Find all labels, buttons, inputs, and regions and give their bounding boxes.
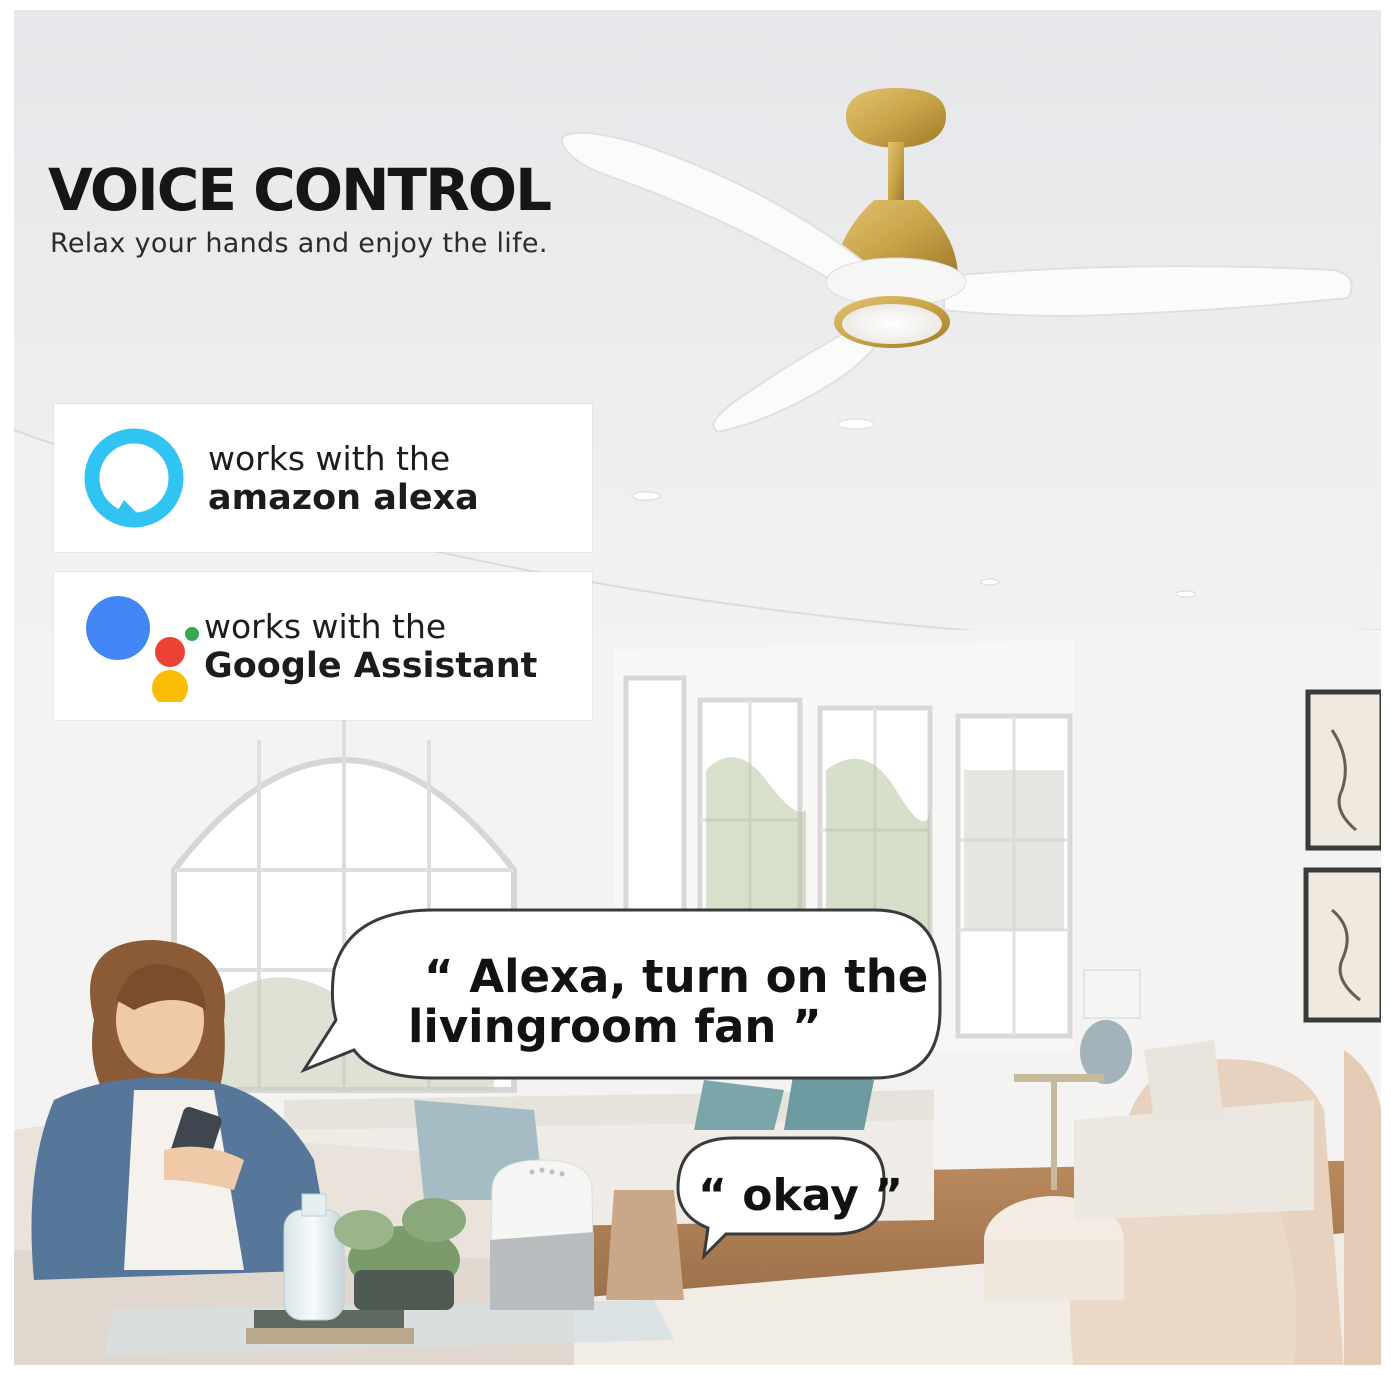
command-line-2: livingroom fan ” xyxy=(408,1000,822,1053)
reply-text: “ okay ” xyxy=(698,1170,903,1221)
speech-bubbles xyxy=(300,908,942,1261)
product-image-frame: VOICE CONTROL Relax your hands and enjoy… xyxy=(14,10,1381,1365)
command-line-1: “ Alexa, turn on the xyxy=(424,950,929,1003)
